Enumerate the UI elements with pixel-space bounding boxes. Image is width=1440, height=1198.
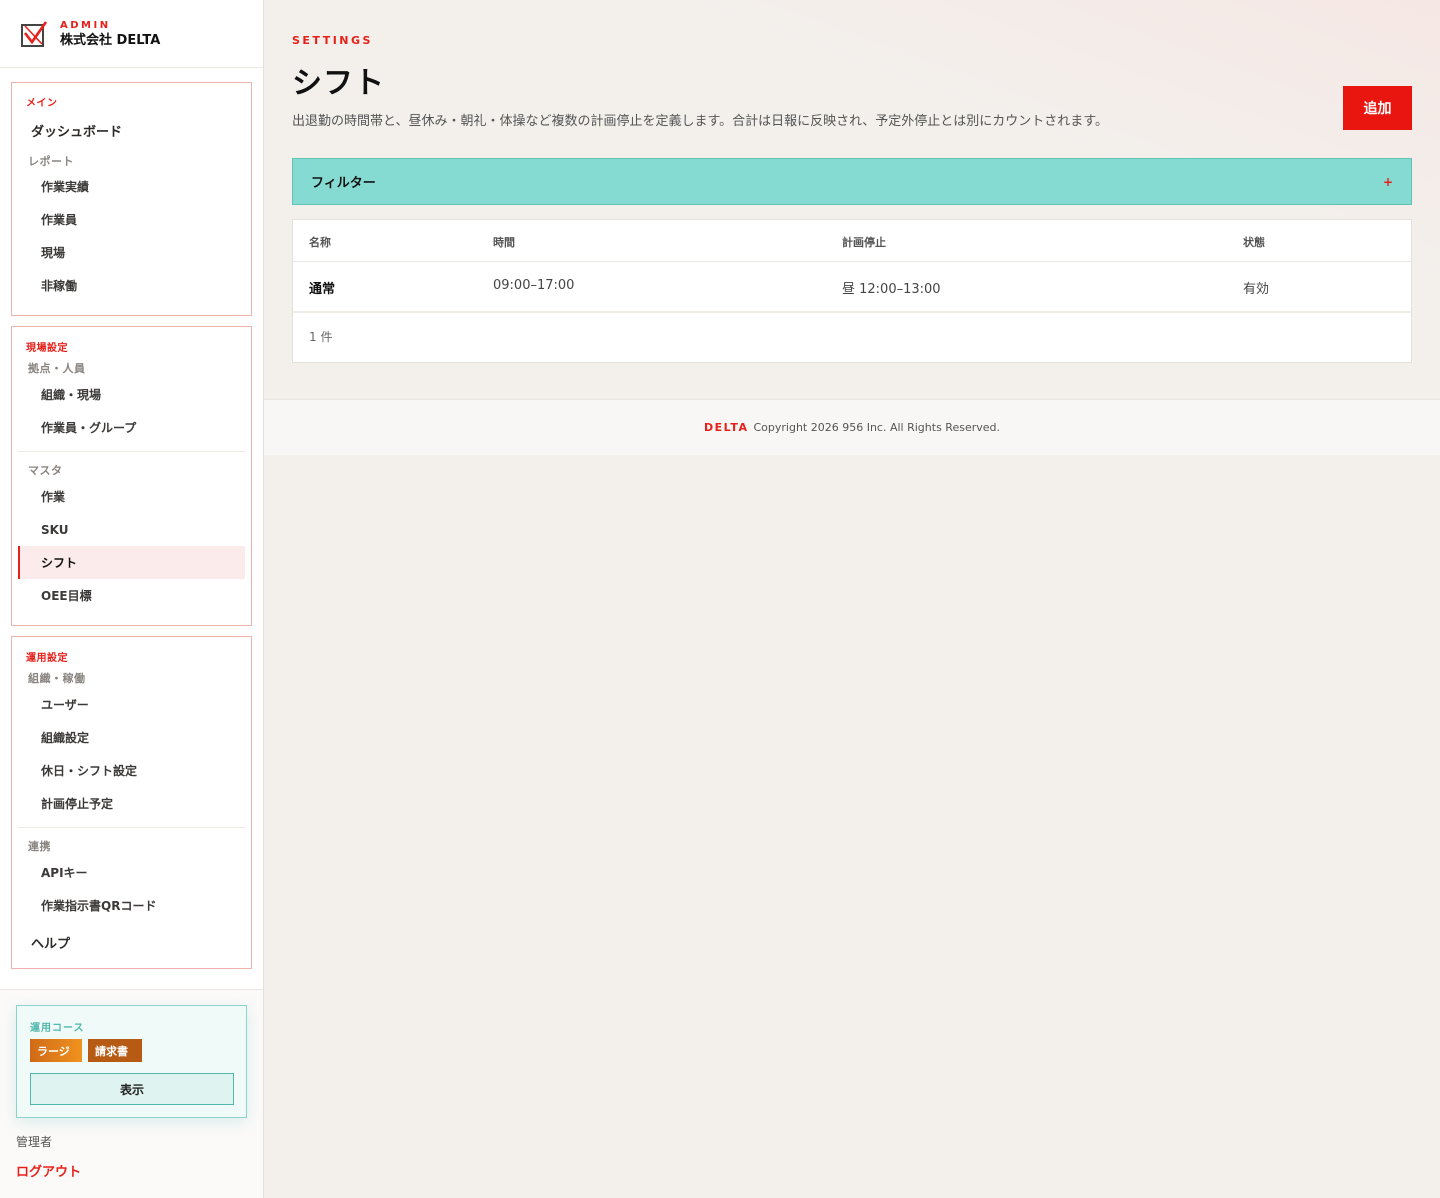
plan-badge-invoice: 請求書 (88, 1039, 142, 1062)
sidebar-item-org-settings[interactable]: 組織設定 (18, 721, 245, 754)
sidebar-item-oee-target[interactable]: OEE目標 (18, 579, 245, 612)
sidebar-item-work-results[interactable]: 作業実績 (18, 170, 245, 203)
sidebar-item-shift[interactable]: シフト (18, 546, 245, 579)
sidebar-item-non-operation[interactable]: 非稼働 (18, 269, 245, 302)
filter-toggle-bar[interactable]: フィルター + (292, 158, 1412, 205)
page-title: シフト (292, 66, 385, 101)
column-header-time[interactable]: 時間 (493, 234, 515, 250)
footer-copyright: Copyright 2026 956 Inc. All Rights Reser… (753, 421, 1000, 434)
table-header: 名称 時間 計画停止 状態 (293, 220, 1411, 262)
sidebar-item-planned-stop[interactable]: 計画停止予定 (18, 787, 245, 820)
plan-card: 運用コース ラージ 請求書 表示 (16, 1005, 247, 1118)
table-row[interactable]: 通常 09:00–17:00 昼 12:00–13:00 有効 (293, 262, 1411, 313)
logout-link[interactable]: ログアウト (16, 1161, 81, 1180)
nav-divider (18, 827, 245, 828)
main-content: SETTINGS シフト 出退勤の時間帯と、昼休み・朝礼・体操など複数の計画停止… (264, 0, 1440, 1198)
cell-planned-stop: 昼 12:00–13:00 (842, 282, 941, 297)
nav-sub-reports: レポート (28, 155, 74, 168)
plan-show-button[interactable]: 表示 (30, 1073, 234, 1105)
filter-label: フィルター (311, 176, 376, 191)
sidebar-item-users[interactable]: ユーザー (18, 688, 245, 721)
add-button[interactable]: 追加 (1343, 86, 1412, 130)
sidebar-item-task[interactable]: 作業 (18, 480, 245, 513)
nav-main-section: メイン ダッシュボード レポート 作業実績 作業員 現場 非稼働 (11, 82, 252, 316)
cell-status: 有効 (1243, 282, 1270, 297)
nav-section-title-ops: 運用設定 (26, 653, 68, 664)
footer: DELTA Copyright 2026 956 Inc. All Rights… (264, 399, 1440, 455)
shift-table: 名称 時間 計画停止 状態 通常 09:00–17:00 昼 12:00–13:… (292, 219, 1412, 363)
column-header-status[interactable]: 状態 (1243, 234, 1265, 250)
nav-section-title-site: 現場設定 (26, 343, 68, 354)
page-description: 出退勤の時間帯と、昼休み・朝礼・体操など複数の計画停止を定義します。合計は日報に… (292, 114, 1109, 129)
sidebar-item-sites[interactable]: 現場 (18, 236, 245, 269)
sidebar-item-api-key[interactable]: APIキー (18, 856, 245, 889)
nav-divider (18, 451, 245, 452)
nav-site-settings-section: 現場設定 拠点・人員 組織・現場 作業員・グループ マスタ 作業 SKU シフト… (11, 326, 252, 626)
plan-area: 運用コース ラージ 請求書 表示 管理者 ログアウト (0, 989, 263, 1198)
checkbox-logo-icon (21, 20, 48, 47)
nav-sub-base: 拠点・人員 (28, 362, 86, 375)
brand-company-name: 株式会社 DELTA (60, 32, 161, 48)
nav-sub-org: 組織・稼働 (28, 672, 86, 685)
column-header-name[interactable]: 名称 (309, 234, 331, 250)
cell-time: 09:00–17:00 (493, 278, 575, 293)
brand-header[interactable]: ADMIN 株式会社 DELTA (0, 0, 263, 68)
sidebar-item-qr-code[interactable]: 作業指示書QRコード (18, 889, 245, 922)
nav-sub-master: マスタ (28, 464, 63, 477)
user-role: 管理者 (16, 1135, 53, 1149)
sidebar-item-holiday-shift[interactable]: 休日・シフト設定 (18, 754, 245, 787)
row-count: 1 件 (309, 330, 333, 344)
nav-ops-settings-section: 運用設定 組織・稼働 ユーザー 組織設定 休日・シフト設定 計画停止予定 連携 … (11, 636, 252, 969)
plus-icon[interactable]: + (1383, 175, 1393, 189)
sidebar: ADMIN 株式会社 DELTA メイン ダッシュボード レポート 作業実績 作… (0, 0, 264, 1198)
sidebar-item-worker-group[interactable]: 作業員・グループ (18, 411, 245, 444)
sidebar-item-sku[interactable]: SKU (18, 513, 245, 546)
brand-admin-label: ADMIN (60, 19, 111, 31)
sidebar-item-help[interactable]: ヘルプ (18, 926, 245, 959)
page-eyebrow: SETTINGS (292, 34, 373, 47)
column-header-planned-stop[interactable]: 計画停止 (842, 234, 886, 250)
footer-brand: DELTA (703, 421, 749, 434)
sidebar-item-workers[interactable]: 作業員 (18, 203, 245, 236)
nav-section-title-main: メイン (26, 98, 58, 109)
plan-title: 運用コース (30, 1023, 85, 1034)
sidebar-item-org-site[interactable]: 組織・現場 (18, 378, 245, 411)
sidebar-item-dashboard[interactable]: ダッシュボード (18, 114, 245, 147)
plan-badge-large: ラージ (30, 1039, 82, 1062)
cell-name[interactable]: 通常 (309, 278, 335, 297)
nav-sub-integration: 連携 (28, 840, 51, 853)
